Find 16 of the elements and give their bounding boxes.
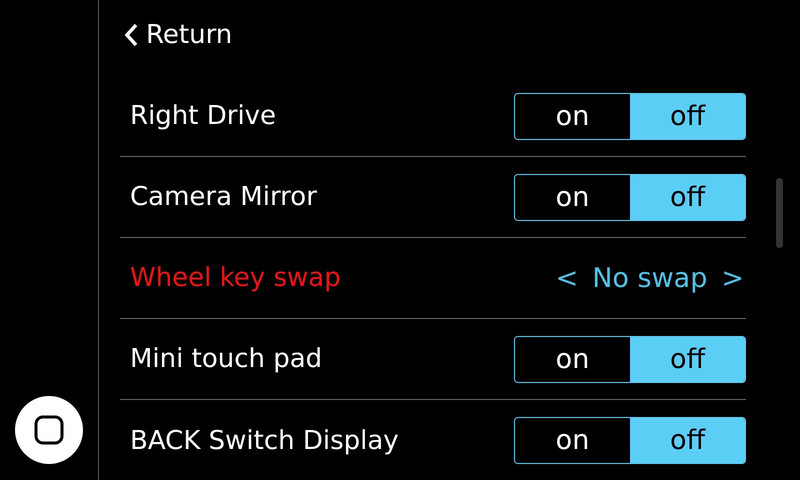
previous-button[interactable]: < [556,264,578,292]
toggle-option[interactable]: off [630,174,745,220]
setting-label: Mini touch pad [130,346,322,372]
setting-label: BACK Switch Display [130,428,399,454]
chevron-left-icon [124,23,138,47]
setting-label: Wheel key swap [130,265,341,291]
return-button[interactable]: Return [124,22,232,48]
selector-value: No swap [592,264,708,292]
setting-label: Camera Mirror [130,184,317,210]
rounded-square-icon [34,415,64,445]
setting-label: Right Drive [130,103,276,129]
next-button[interactable]: > [721,264,744,292]
toggle-option[interactable]: off [630,94,745,138]
toggle-option[interactable]: off [630,336,745,382]
toggle-option[interactable]: off [630,418,745,463]
scrollbar[interactable] [776,178,783,248]
